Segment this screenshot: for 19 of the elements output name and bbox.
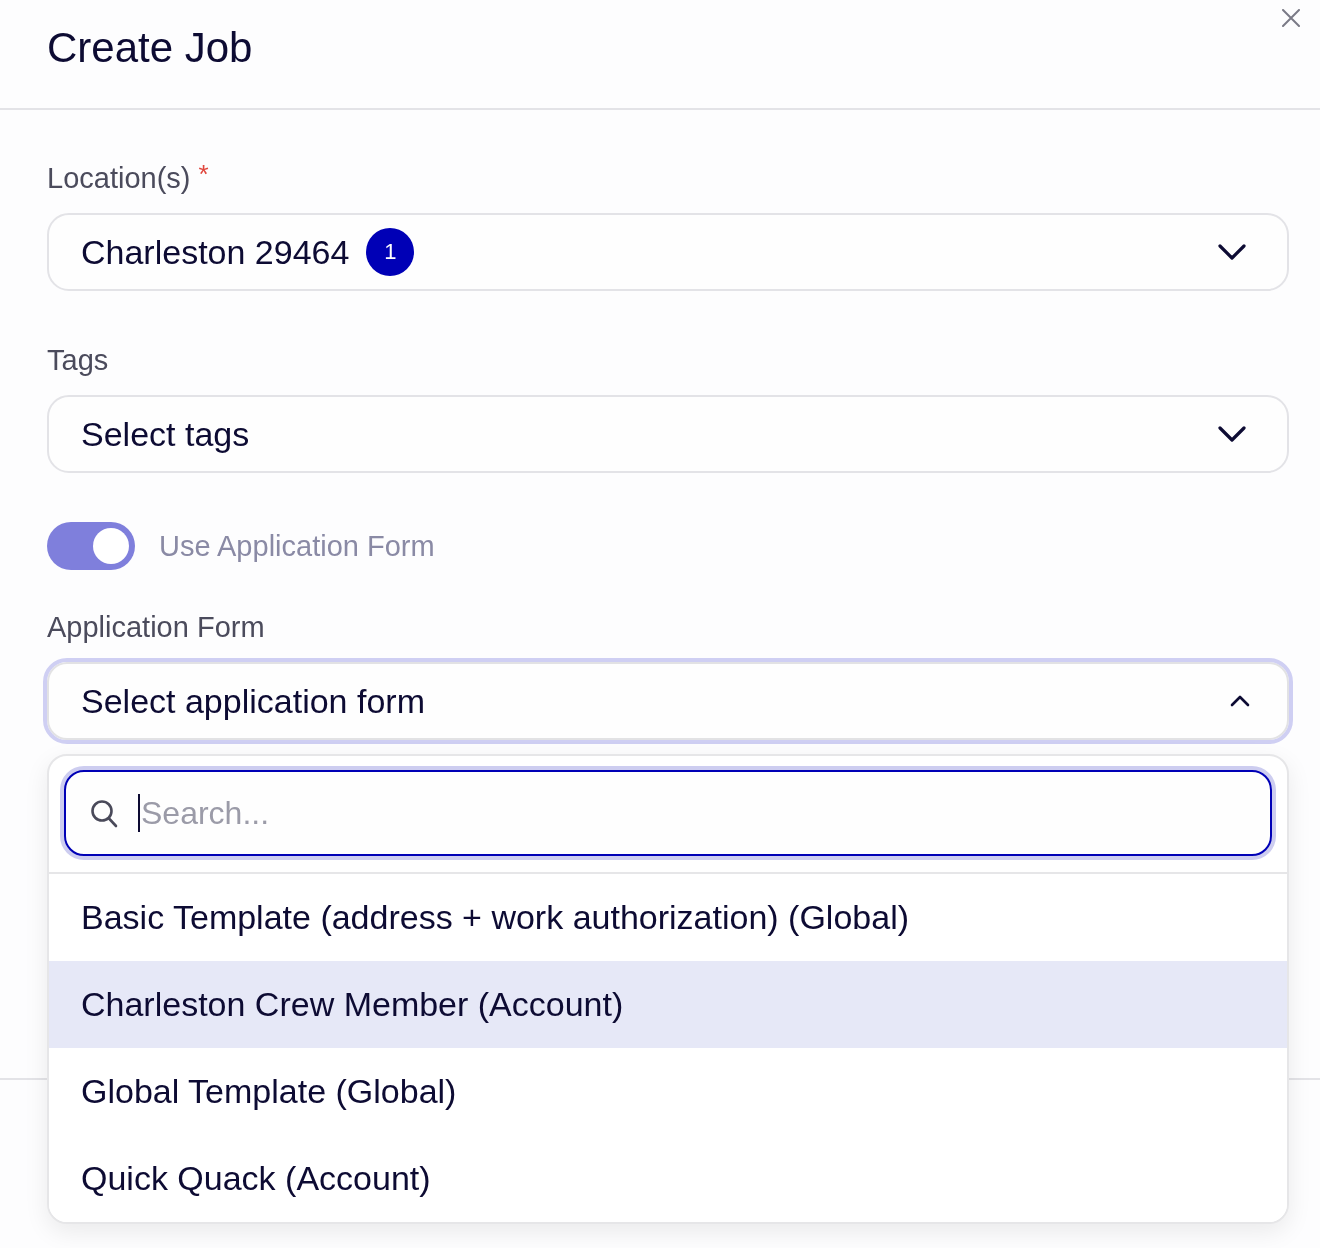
field-label: Location(s)	[47, 161, 191, 195]
field-label: Application Form	[47, 610, 265, 644]
close-icon	[1282, 9, 1300, 27]
select-field[interactable]: Select application form	[43, 658, 1293, 744]
close-button[interactable]	[1282, 9, 1300, 27]
search-icon	[90, 799, 118, 828]
dropdown-option[interactable]: Quick Quack (Account)	[49, 1135, 1287, 1222]
toggle-label: Use Application Form	[159, 529, 435, 563]
toggle-switch[interactable]	[47, 522, 135, 570]
search-field[interactable]: Search...	[64, 770, 1272, 856]
field-label: Tags	[47, 343, 109, 377]
required-mark: *	[198, 161, 209, 187]
count-badge: 1	[366, 228, 415, 276]
dropdown-option[interactable]: Charleston Crew Member (Account)	[49, 961, 1287, 1048]
dropdown-option[interactable]: Global Template (Global)	[49, 1048, 1287, 1135]
dropdown-option[interactable]: Basic Template (address + work authorization) (Global)	[49, 874, 1287, 961]
select-field[interactable]: Select tags	[47, 395, 1289, 473]
dialog-title: Create Job	[47, 23, 253, 73]
select-field[interactable]: Charleston 29464 1	[47, 213, 1289, 291]
